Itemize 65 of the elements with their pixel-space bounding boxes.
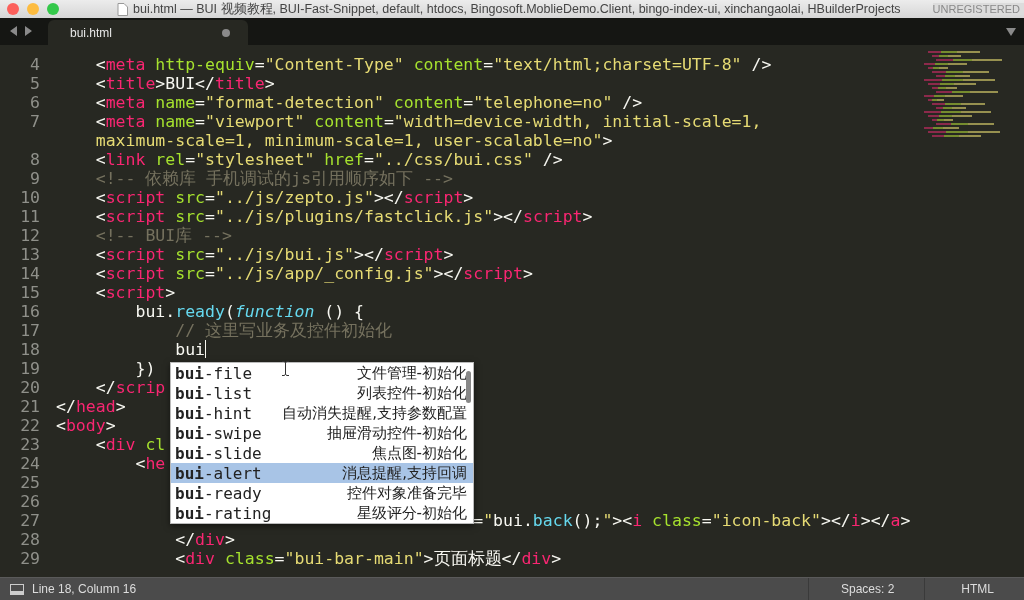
autocomplete-item[interactable]: bui-list 列表控件-初始化 bbox=[171, 383, 473, 403]
code-line: <!-- 依赖库 手机调试的js引用顺序如下 --> bbox=[95, 169, 453, 188]
code-line: }) bbox=[135, 359, 156, 378]
autocomplete-item[interactable]: bui-swipe 抽屉滑动控件-初始化 bbox=[171, 423, 473, 443]
line-number: 11 bbox=[20, 207, 40, 226]
code-line: <!-- BUI库 --> bbox=[95, 226, 232, 245]
code-line: ="bui.back();"><i class="icon-back"></i></a> bbox=[473, 511, 911, 530]
autocomplete-item[interactable]: bui-rating 星级评分-初始化 bbox=[171, 503, 473, 523]
code-line: <div cl bbox=[95, 435, 166, 454]
code-line: // 这里写业务及控件初始化 bbox=[175, 321, 393, 340]
window-title: bui.html — BUI 视频教程, BUI-Fast-Snippet, default, htdocs, Bingosoft.MoblieDemo.Client, bingo-index-ui, xinchangaolai, HBuilderProjects bbox=[133, 0, 901, 18]
code-line: </scrip bbox=[95, 378, 166, 397]
line-number: 29 bbox=[20, 549, 40, 568]
indentation-selector[interactable]: Spaces: 2 bbox=[807, 578, 925, 600]
line-number: 4 bbox=[30, 55, 40, 74]
line-number: 18 bbox=[20, 340, 40, 359]
code-line: <meta name="viewport" content="width=device-width, initial-scale=1, bbox=[95, 112, 762, 131]
line-number: 16 bbox=[20, 302, 40, 321]
autocomplete-item[interactable]: bui-hint 自动消失提醒,支持参数配置 bbox=[171, 403, 473, 423]
code-line: bui bbox=[175, 340, 206, 359]
code-line: maximum-scale=1, minimum-scale=1, user-scalable=no"> bbox=[95, 131, 613, 150]
line-number: 9 bbox=[30, 169, 40, 188]
line-number: 26 bbox=[20, 492, 40, 511]
code-line: bui.ready(function () { bbox=[135, 302, 364, 321]
code-line: <script> bbox=[95, 283, 176, 302]
autocomplete-item[interactable]: bui-file 文件管理-初始化 bbox=[171, 363, 473, 383]
line-number: 19 bbox=[20, 359, 40, 378]
code-line: <link rel="stylesheet" href="../css/bui.css" /> bbox=[95, 150, 563, 169]
code-line: <script src="../js/app/_config.js"></script> bbox=[95, 264, 533, 283]
line-number: 22 bbox=[20, 416, 40, 435]
line-number: 7 bbox=[30, 112, 40, 131]
line-number: 5 bbox=[30, 74, 40, 93]
line-number: 20 bbox=[20, 378, 40, 397]
code-line: <div class="bui-bar-main">页面标题</div> bbox=[175, 549, 562, 568]
code-line: <body> bbox=[56, 416, 116, 435]
line-number: 21 bbox=[20, 397, 40, 416]
line-number: 12 bbox=[20, 226, 40, 245]
code-line: </div> bbox=[175, 530, 235, 549]
code-line: <script src="../js/bui.js"></script> bbox=[95, 245, 454, 264]
line-number: 23 bbox=[20, 435, 40, 454]
code-line: <he bbox=[135, 454, 166, 473]
cursor-position: Line 18, Column 16 bbox=[32, 582, 137, 596]
line-number: 8 bbox=[30, 150, 40, 169]
line-number: 27 bbox=[20, 511, 40, 530]
line-number: 25 bbox=[20, 473, 40, 492]
line-number: 6 bbox=[30, 93, 40, 112]
line-number: 13 bbox=[20, 245, 40, 264]
code-line: <meta http-equiv="Content-Type" content="text/html;charset=UTF-8" /> bbox=[95, 55, 772, 74]
unregistered-label: UNREGISTERED bbox=[932, 3, 1024, 15]
autocomplete-item[interactable]: bui-alert 消息提醒,支持回调 bbox=[171, 463, 473, 483]
code-line: </head> bbox=[56, 397, 126, 416]
line-number: 15 bbox=[20, 283, 40, 302]
syntax-selector[interactable]: HTML bbox=[924, 578, 1024, 600]
autocomplete-item[interactable]: bui-ready 控件对象准备完毕 bbox=[171, 483, 473, 503]
line-number: 10 bbox=[20, 188, 40, 207]
code-line: <script src="../js/plugins/fastclick.js"></script> bbox=[95, 207, 593, 226]
code-line: <meta name="format-detection" content="telephone=no" /> bbox=[95, 93, 643, 112]
code-line: <title>BUI</title> bbox=[95, 74, 275, 93]
code-line: <script src="../js/zepto.js"></script> bbox=[95, 188, 474, 207]
line-number: 17 bbox=[20, 321, 40, 340]
autocomplete-item[interactable]: bui-slide 焦点图-初始化 bbox=[171, 443, 473, 463]
line-number: 28 bbox=[20, 530, 40, 549]
line-number: 14 bbox=[20, 264, 40, 283]
file-tab[interactable]: bui.html bbox=[48, 20, 248, 45]
line-number: 24 bbox=[20, 454, 40, 473]
